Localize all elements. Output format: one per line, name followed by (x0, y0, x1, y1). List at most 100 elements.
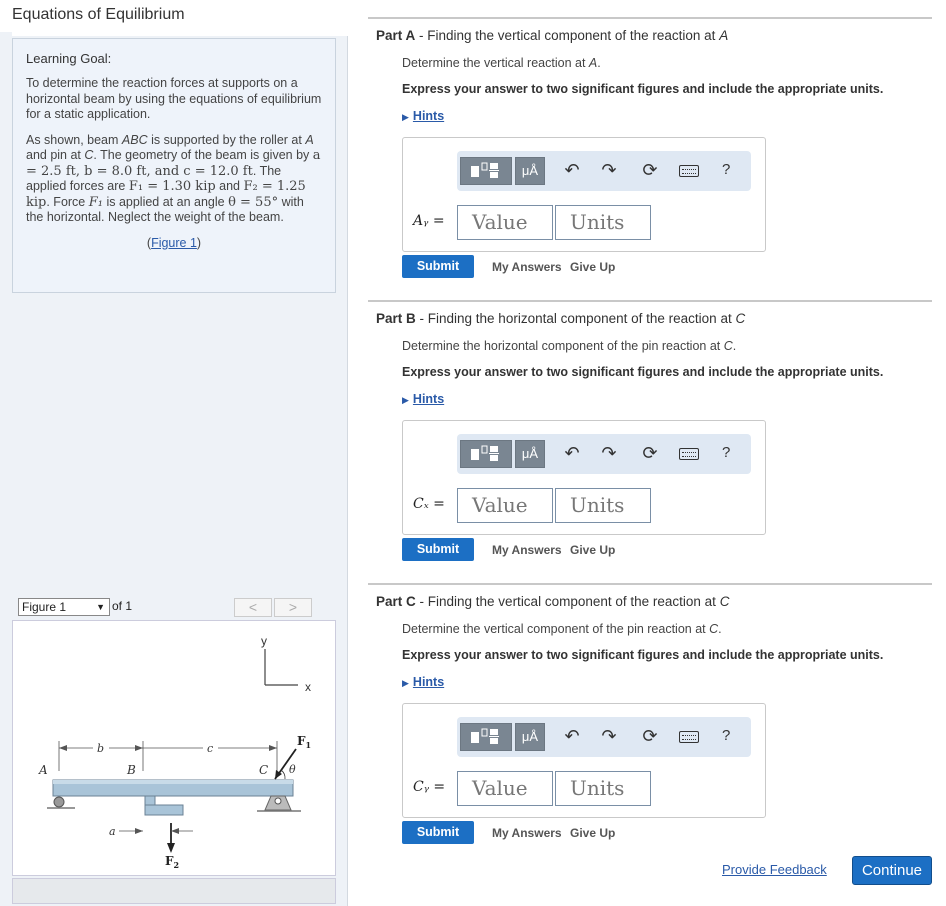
desc-var: ABC (121, 132, 148, 147)
units-input[interactable]: Units (555, 205, 651, 240)
questions-panel: Part A - Finding the vertical component … (360, 0, 946, 906)
part-a-express: Express your answer to two significant f… (402, 82, 884, 96)
arrowhead (135, 745, 143, 751)
templates-button[interactable] (460, 723, 512, 751)
give-up-link[interactable]: Give Up (570, 260, 615, 274)
figure-canvas: y x b c A B C F1 θ F2 a (12, 620, 336, 876)
undo-icon[interactable]: ↶ (561, 160, 583, 181)
beam-diagram: y x b c A B C F1 θ F2 a (38, 634, 311, 870)
templates-icon (471, 445, 499, 461)
undo-icon[interactable]: ↶ (561, 443, 583, 464)
my-answers-link[interactable]: My Answers (492, 260, 562, 274)
part-b-instruction: Determine the horizontal component of th… (402, 339, 736, 353)
part-label: Part A (376, 28, 416, 43)
my-answers-link[interactable]: My Answers (492, 543, 562, 557)
part-title: - Finding the vertical component of the … (415, 28, 720, 43)
hints-link[interactable]: Hints (413, 675, 444, 689)
help-icon[interactable]: ? (722, 161, 730, 178)
give-up-link[interactable]: Give Up (570, 543, 615, 557)
value-input[interactable]: Value (457, 488, 553, 523)
figure-link[interactable]: Figure 1 (151, 236, 197, 250)
part-b-hints[interactable]: ▶ Hints (402, 392, 444, 406)
part-c-express: Express your answer to two significant f… (402, 648, 884, 662)
reset-icon[interactable]: ⟳ (639, 726, 661, 747)
part-b-answer-box: μÅ ↶ ↷ ⟳ ? Cₓ = Value Units (402, 420, 766, 535)
figure-select[interactable]: Figure 1 ▼ (18, 598, 110, 616)
desc-var: A (305, 132, 314, 147)
part-a-instruction: Determine the vertical reaction at A. (402, 56, 601, 70)
reset-icon[interactable]: ⟳ (639, 160, 661, 181)
instruction-var: A (588, 56, 598, 70)
instruction-text: Determine the vertical reaction at (402, 56, 589, 70)
pin (274, 797, 282, 805)
templates-button[interactable] (460, 157, 512, 185)
part-a-hints[interactable]: ▶ Hints (402, 109, 444, 123)
templates-icon (471, 728, 499, 744)
answer-variable: Aᵧ = (413, 213, 445, 229)
value-input[interactable]: Value (457, 771, 553, 806)
point-label-c: C (259, 763, 268, 777)
caret-right-icon: ▶ (402, 395, 409, 405)
redo-icon[interactable]: ↷ (598, 160, 620, 181)
part-b-heading: Part B - Finding the horizontal componen… (376, 311, 745, 326)
caret-right-icon: ▶ (402, 678, 409, 688)
instruction-text: . (732, 339, 737, 353)
units-button[interactable]: μÅ (515, 440, 545, 468)
keyboard-icon[interactable] (679, 731, 699, 743)
redo-icon[interactable]: ↷ (598, 726, 620, 747)
instruction-text: Determine the horizontal component of th… (402, 339, 724, 353)
prev-figure-button[interactable]: < (234, 598, 272, 617)
part-label: Part C (376, 594, 416, 609)
equation-toolbar: μÅ ↶ ↷ ⟳ ? (457, 717, 751, 757)
arrowhead (135, 828, 143, 834)
hints-link[interactable]: Hints (413, 109, 444, 123)
templates-button[interactable] (460, 440, 512, 468)
units-button[interactable]: μÅ (515, 157, 545, 185)
units-input[interactable]: Units (555, 488, 651, 523)
reset-icon[interactable]: ⟳ (639, 443, 661, 464)
redo-icon[interactable]: ↷ (598, 443, 620, 464)
instruction-var: C (723, 339, 733, 353)
part-title: - Finding the horizontal component of th… (415, 311, 736, 326)
desc-text: As shown, beam (26, 132, 122, 147)
divider (368, 17, 932, 19)
keyboard-icon[interactable] (679, 165, 699, 177)
angle-label: θ (289, 763, 296, 776)
desc-text: is supported by the roller at (147, 132, 306, 147)
point-label-a: A (38, 763, 48, 777)
undo-icon[interactable]: ↶ (561, 726, 583, 747)
submit-button[interactable]: Submit (402, 255, 474, 278)
part-b-express: Express your answer to two significant f… (402, 365, 884, 379)
learning-goal-text: To determine the reaction forces at supp… (26, 76, 322, 121)
instruction-text: Determine the vertical component of the … (402, 622, 710, 636)
give-up-link[interactable]: Give Up (570, 826, 615, 840)
left-panel: Equations of Equilibrium Learning Goal: … (0, 0, 348, 906)
templates-icon (471, 162, 499, 178)
submit-button[interactable]: Submit (402, 538, 474, 561)
value-input[interactable]: Value (457, 205, 553, 240)
figure-navigation: Figure 1 ▼ of 1 < > (12, 596, 336, 620)
continue-button[interactable]: Continue (852, 856, 932, 885)
dim-label-a: a (109, 825, 116, 838)
part-c-hints[interactable]: ▶ Hints (402, 675, 444, 689)
my-answers-link[interactable]: My Answers (492, 826, 562, 840)
keyboard-icon[interactable] (679, 448, 699, 460)
units-input[interactable]: Units (555, 771, 651, 806)
next-figure-button[interactable]: > (274, 598, 312, 617)
hints-link[interactable]: Hints (413, 392, 444, 406)
part-title-var: C (735, 311, 746, 326)
provide-feedback-link[interactable]: Provide Feedback (722, 862, 827, 877)
arrowhead (167, 843, 175, 853)
learning-goal-heading: Learning Goal: (26, 51, 112, 66)
submit-button[interactable]: Submit (402, 821, 474, 844)
desc-var: F₁ (88, 194, 103, 210)
help-icon[interactable]: ? (722, 444, 730, 461)
part-a-answer-box: μÅ ↶ ↷ ⟳ ? Aᵧ = Value Units (402, 137, 766, 252)
chevron-down-icon: ▼ (96, 602, 105, 612)
equation-toolbar: μÅ ↶ ↷ ⟳ ? (457, 151, 751, 191)
units-button[interactable]: μÅ (515, 723, 545, 751)
instruction-text: . (597, 56, 601, 70)
force-f2-label: F2 (165, 854, 179, 870)
caret-right-icon: ▶ (402, 112, 409, 122)
help-icon[interactable]: ? (722, 727, 730, 744)
